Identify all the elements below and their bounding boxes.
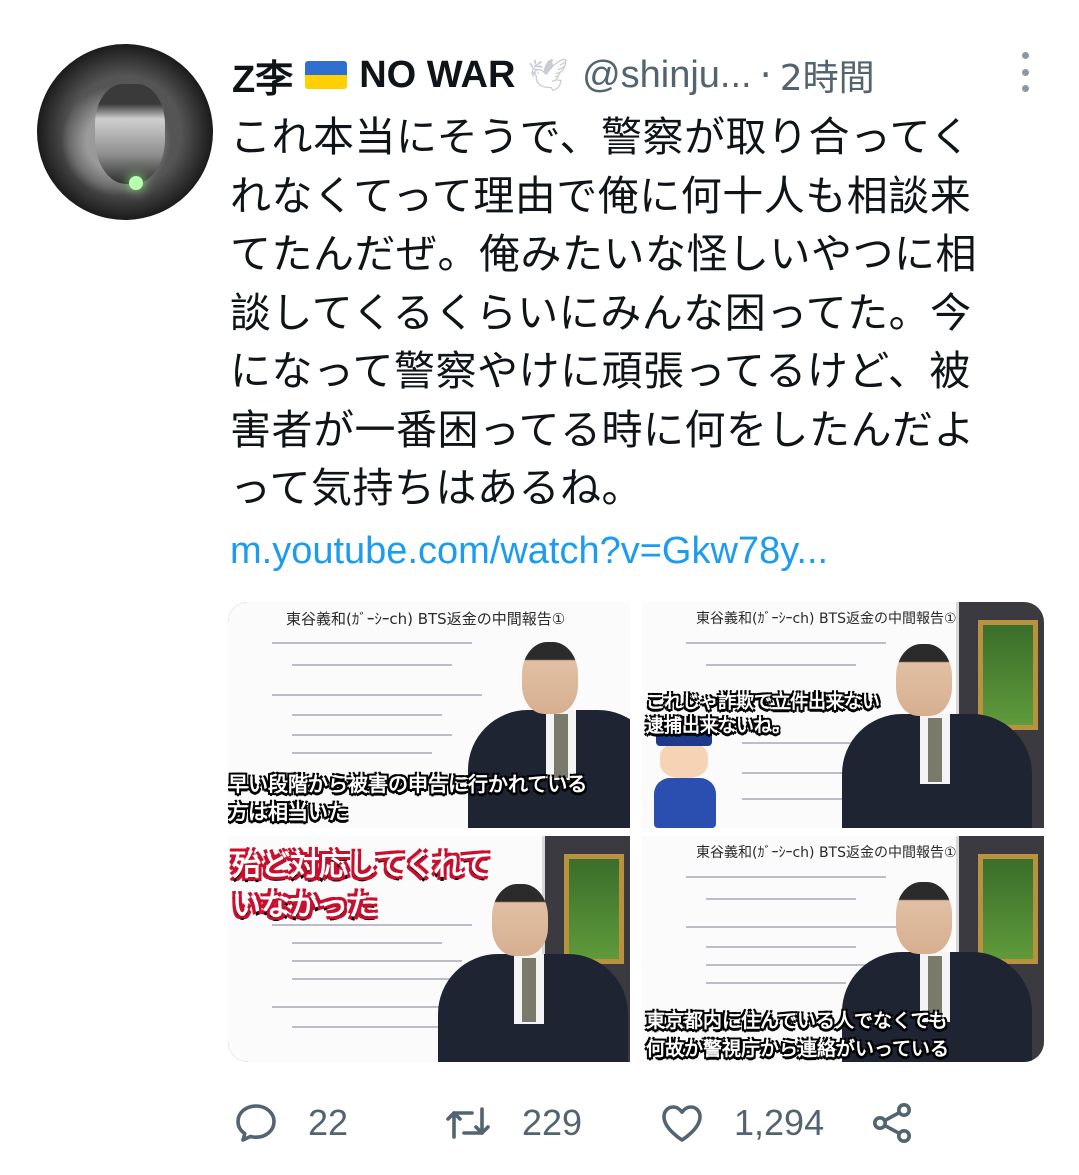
- avatar-glow: [129, 176, 143, 190]
- tweet-time[interactable]: 2時間: [780, 49, 875, 101]
- avatar-face: [95, 84, 165, 184]
- retweet-button[interactable]: 229: [442, 1095, 582, 1151]
- tweet-text-line: になって警察やけに頑張ってるけど、被: [230, 347, 971, 395]
- dove-icon: 🕊: [527, 56, 569, 94]
- tweet-link[interactable]: m.youtube.com/watch?v=Gkw78y...: [230, 530, 828, 573]
- thumb-caption: 何故か警視庁から連絡がいっている: [646, 1038, 950, 1060]
- media-thumb[interactable]: 殆ど対応してくれて いなかった: [228, 836, 630, 1062]
- thumb-caption: これじゃ詐欺で立件出来ない: [646, 692, 880, 713]
- tweet-text-line: って気持ちはあるね。: [230, 464, 643, 512]
- reply-icon: [236, 1104, 276, 1142]
- separator-dot: ·: [759, 53, 772, 97]
- author-name[interactable]: Z李: [232, 48, 293, 103]
- tweet-text-line: 害者が一番困ってる時に何をしたんだよ: [230, 405, 975, 454]
- thumb-caption: いなかった: [232, 888, 378, 922]
- share-button[interactable]: [868, 1095, 916, 1151]
- tweet-text-line: れなくてって理由で俺に何十人も相談来: [230, 171, 972, 220]
- tweet-text-line: 談してくるくらいにみんな困ってた。今: [230, 288, 972, 337]
- author-handle[interactable]: @shinju...: [582, 54, 752, 97]
- heart-icon: [662, 1105, 702, 1142]
- avatar[interactable]: [37, 44, 213, 220]
- tweet-text: これ本当にそうで、警察が取り合ってく れなくてって理由で俺に何十人も相談来 てた…: [230, 108, 1050, 518]
- thumb-caption: 東京都内に住んでいる人でなくても: [646, 1010, 948, 1032]
- media-thumb[interactable]: 東谷義和(ｶﾞｰｼｰch) BTS返金の中間報告① 東京都内に住んでいる人でなく…: [642, 836, 1044, 1062]
- presenter: [842, 602, 1042, 828]
- media-thumb[interactable]: 東谷義和(ｶﾞｰｼｰch) BTS返金の中間報告① これじゃ詐欺で立件出来ない …: [642, 602, 1044, 828]
- share-icon: [873, 1103, 911, 1143]
- ukraine-flag-icon: [305, 61, 348, 89]
- thumb-caption: 早い段階から被害の申告に行かれている: [228, 772, 588, 796]
- action-bar: 22 229 1,294: [232, 1095, 952, 1151]
- like-count: 1,294: [734, 1102, 825, 1143]
- media-thumb[interactable]: 東谷義和(ｶﾞｰｼｰch) BTS返金の中間報告① 早い段階から被害の申告に行か…: [228, 602, 630, 828]
- tweet-text-line: てたんだぜ。俺みたいな怪しいやつに相: [230, 230, 977, 278]
- thumb-caption: 逮捕出来ないね。: [646, 716, 790, 737]
- thumb-caption: 殆ど対応してくれて: [232, 848, 491, 882]
- thumb-caption: 方は相当いた: [228, 800, 348, 824]
- retweet-count: 229: [522, 1102, 583, 1143]
- like-button[interactable]: 1,294: [658, 1095, 824, 1151]
- media-grid: 東谷義和(ｶﾞｰｼｰch) BTS返金の中間報告① 早い段階から被害の申告に行か…: [228, 602, 1044, 1062]
- reply-count: 22: [308, 1102, 349, 1143]
- tweet-header: Z李 NO WAR 🕊 @shinju... · 2時間: [232, 48, 1059, 103]
- tweet-text-line: これ本当にそうで、警察が取り合ってく: [230, 113, 972, 161]
- author-name-suffix[interactable]: NO WAR: [359, 54, 515, 97]
- retweet-icon: [446, 1107, 490, 1139]
- reply-button[interactable]: 22: [232, 1095, 348, 1151]
- more-vertical-icon[interactable]: [1019, 52, 1031, 92]
